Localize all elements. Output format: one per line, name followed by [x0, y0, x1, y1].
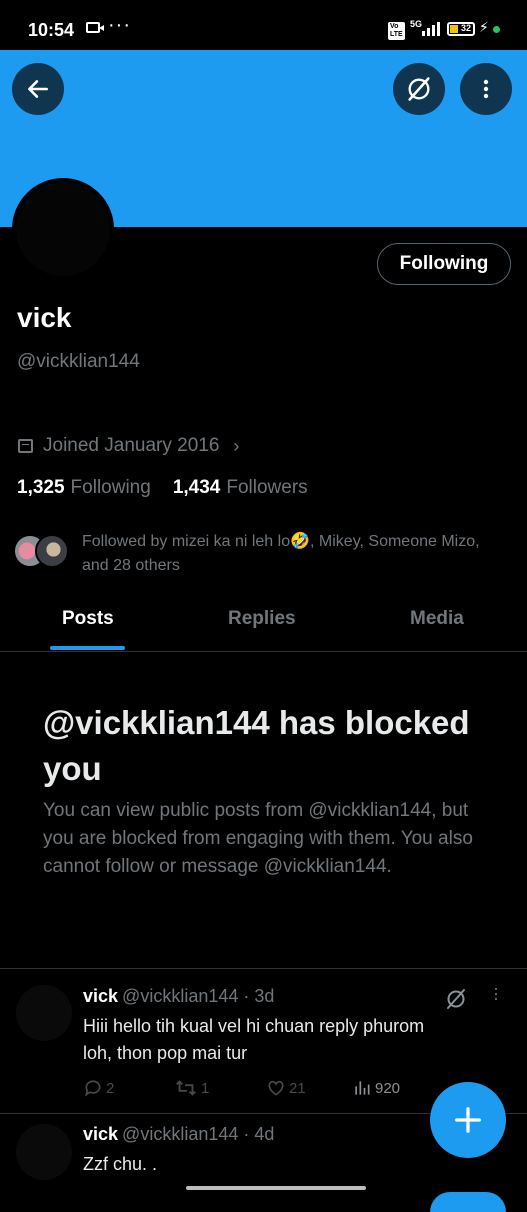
post-text: Zzf chu. .	[83, 1151, 503, 1178]
followed-by-avatars[interactable]	[13, 534, 73, 570]
profile-handle: @vickklian144	[17, 351, 140, 372]
post-text-line: Zzf chu. .	[83, 1154, 158, 1174]
views-button[interactable]: 920	[352, 1078, 400, 1098]
post-more-button[interactable]: · · ·	[493, 979, 499, 1007]
following-stat[interactable]: 1,325 Following	[17, 477, 151, 499]
profile-avatar[interactable]	[12, 178, 114, 280]
grok-icon	[447, 989, 465, 1009]
tab-media[interactable]: Media	[410, 608, 464, 630]
blocked-title: @vickklian144 has blocked you	[43, 704, 470, 787]
post-grok-button[interactable]	[444, 987, 468, 1016]
grok-button[interactable]	[393, 63, 445, 115]
heart-icon	[268, 1080, 284, 1096]
charging-bolt-icon: ⚡	[479, 19, 489, 35]
secondary-fab-edge[interactable]	[430, 1192, 506, 1212]
volte-badge: Vo LTE	[388, 22, 405, 40]
tab-posts[interactable]: Posts	[62, 608, 114, 630]
arrow-left-icon	[28, 80, 48, 98]
battery-icon: 32	[447, 22, 475, 36]
reply-count: 2	[106, 1079, 115, 1097]
post-text-line: loh, thon pop mai tur	[83, 1043, 248, 1063]
post-author-name[interactable]: vick	[83, 986, 118, 1006]
more-vertical-icon	[483, 79, 489, 99]
status-time: 10:54	[28, 20, 75, 40]
repost-count: 1	[201, 1079, 210, 1097]
post-header: vick @vickklian144 · 4d	[83, 1124, 274, 1145]
reply-button[interactable]: 2	[83, 1078, 114, 1098]
post-header: vick @vickklian144 · 3d	[83, 986, 274, 1007]
profile-name: vick	[17, 302, 72, 333]
post-avatar[interactable]	[16, 1124, 72, 1180]
analytics-icon	[355, 1081, 370, 1095]
like-count: 21	[289, 1079, 306, 1097]
post-author-name[interactable]: vick	[83, 1124, 118, 1144]
following-count: 1,325	[17, 477, 65, 498]
followed-by-text[interactable]: Followed by mizei ka ni leh lo🤣, Mikey, …	[82, 530, 502, 578]
battery-level: 32	[461, 23, 472, 33]
followers-stat[interactable]: 1,434 Followers	[173, 477, 308, 499]
home-indicator[interactable]	[186, 1186, 366, 1190]
grok-icon	[408, 77, 430, 101]
following-label: Following	[70, 477, 151, 498]
signal-icon	[420, 20, 440, 36]
follower-avatar	[35, 534, 69, 568]
post-meta: @vickklian144 · 4d	[122, 1124, 275, 1144]
tab-replies[interactable]: Replies	[228, 608, 296, 630]
privacy-indicator-dot	[493, 26, 500, 33]
reply-icon	[85, 1080, 101, 1097]
video-camera-icon	[86, 22, 104, 33]
post-avatar[interactable]	[16, 985, 72, 1041]
active-tab-indicator	[50, 646, 125, 650]
followers-label: Followers	[226, 477, 308, 498]
chevron-right-icon: ›	[233, 435, 240, 456]
joined-date-row[interactable]: Joined January 2016 ›	[18, 435, 239, 457]
like-button[interactable]: 21	[266, 1078, 306, 1098]
back-button[interactable]	[12, 63, 64, 115]
post-meta: @vickklian144 · 3d	[122, 986, 275, 1006]
post-text-line: Hiii hello tih kual vel hi chuan reply p…	[83, 1016, 425, 1036]
divider	[0, 968, 527, 969]
more-dots-icon: ···	[108, 14, 131, 36]
calendar-icon	[18, 439, 33, 453]
joined-date: Joined January 2016	[43, 435, 220, 456]
more-vertical-icon: · · ·	[493, 978, 499, 1008]
following-button[interactable]: Following	[377, 243, 511, 285]
views-count: 920	[375, 1079, 401, 1097]
blocked-body: You can view public posts from @vickklia…	[43, 800, 473, 877]
compose-button[interactable]	[430, 1082, 506, 1158]
more-options-button[interactable]	[460, 63, 512, 115]
plus-icon	[455, 1107, 481, 1133]
repost-icon	[176, 1080, 196, 1096]
follow-stats: 1,325 Following 1,434 Followers	[17, 477, 308, 499]
post-text: Hiii hello tih kual vel hi chuan reply p…	[83, 1013, 503, 1067]
repost-button[interactable]: 1	[174, 1078, 209, 1098]
followers-count: 1,434	[172, 477, 221, 498]
divider	[0, 651, 527, 652]
